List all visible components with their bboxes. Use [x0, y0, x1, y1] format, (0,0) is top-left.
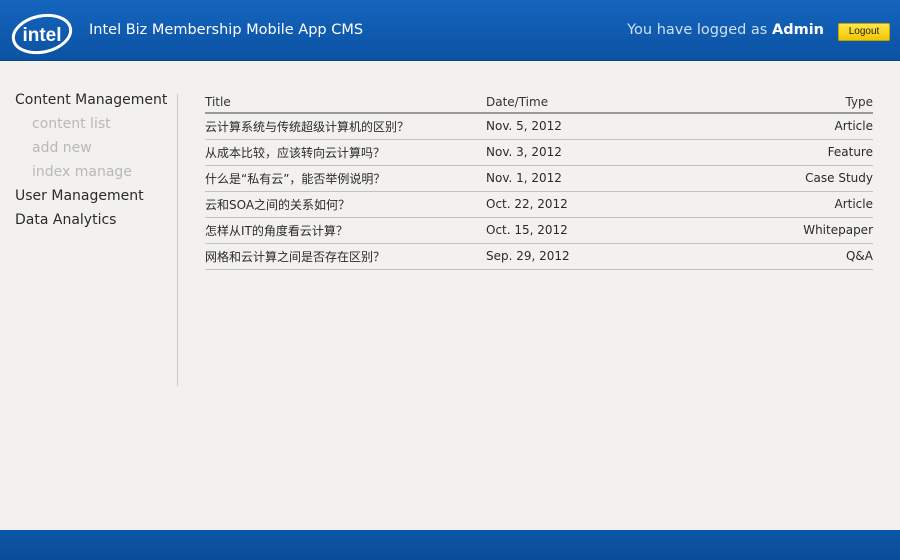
intel-logo[interactable]: intel: [10, 12, 74, 56]
row-type: Article: [686, 191, 873, 218]
nav-add-new[interactable]: add new: [15, 138, 175, 162]
row-date: Nov. 1, 2012: [486, 165, 686, 192]
row-title[interactable]: 云计算系统与传统超级计算机的区别？: [205, 113, 486, 140]
login-status: You have logged as Admin: [627, 22, 824, 38]
row-title[interactable]: 怎样从IT的角度看云计算？: [205, 217, 486, 244]
row-date: Nov. 3, 2012: [486, 139, 686, 166]
row-type: Article: [686, 113, 873, 140]
table-header-row: Title Date/Time Type: [205, 92, 873, 114]
table-row[interactable]: 怎样从IT的角度看云计算？ Oct. 15, 2012 Whitepaper: [205, 217, 873, 244]
table-row[interactable]: 云计算系统与传统超级计算机的区别？ Nov. 5, 2012 Article: [205, 113, 873, 140]
row-type: Feature: [686, 139, 873, 166]
logout-button[interactable]: Logout: [838, 23, 890, 41]
footer-bar: [0, 530, 900, 560]
column-header-title[interactable]: Title: [205, 92, 486, 114]
row-type: Case Study: [686, 165, 873, 192]
sidebar-divider: [177, 94, 178, 386]
header-bar: intel Intel Biz Membership Mobile App CM…: [0, 0, 900, 61]
row-title[interactable]: 网格和云计算之间是否存在区别？: [205, 243, 486, 270]
row-title[interactable]: 什么是“私有云”，能否举例说明？: [205, 165, 486, 192]
row-date: Oct. 22, 2012: [486, 191, 686, 218]
row-title[interactable]: 从成本比较，应该转向云计算吗？: [205, 139, 486, 166]
table-row[interactable]: 从成本比较，应该转向云计算吗？ Nov. 3, 2012 Feature: [205, 139, 873, 166]
column-header-date[interactable]: Date/Time: [486, 92, 686, 114]
row-type: Q&A: [686, 243, 873, 270]
app-title: Intel Biz Membership Mobile App CMS: [89, 22, 364, 38]
row-date: Nov. 5, 2012: [486, 113, 686, 140]
column-header-type[interactable]: Type: [686, 92, 873, 114]
row-date: Sep. 29, 2012: [486, 243, 686, 270]
nav-content-list[interactable]: content list: [15, 114, 175, 138]
sidebar: Content Management content list add new …: [15, 90, 175, 234]
table-row[interactable]: 什么是“私有云”，能否举例说明？ Nov. 1, 2012 Case Study: [205, 165, 873, 192]
row-date: Oct. 15, 2012: [486, 217, 686, 244]
row-title[interactable]: 云和SOA之间的关系如何？: [205, 191, 486, 218]
nav-index-manage[interactable]: index manage: [15, 162, 175, 186]
table-row[interactable]: 云和SOA之间的关系如何？ Oct. 22, 2012 Article: [205, 191, 873, 218]
row-type: Whitepaper: [686, 217, 873, 244]
nav-data-analytics[interactable]: Data Analytics: [15, 210, 175, 234]
table-row[interactable]: 网格和云计算之间是否存在区别？ Sep. 29, 2012 Q&A: [205, 243, 873, 270]
username: Admin: [771, 22, 824, 38]
nav-user-management[interactable]: User Management: [15, 186, 175, 210]
content-table: Title Date/Time Type 云计算系统与传统超级计算机的区别？ N…: [205, 92, 873, 270]
logo-text: intel: [22, 25, 61, 46]
login-prefix: You have logged as: [627, 22, 768, 38]
nav-content-management[interactable]: Content Management: [15, 90, 175, 114]
